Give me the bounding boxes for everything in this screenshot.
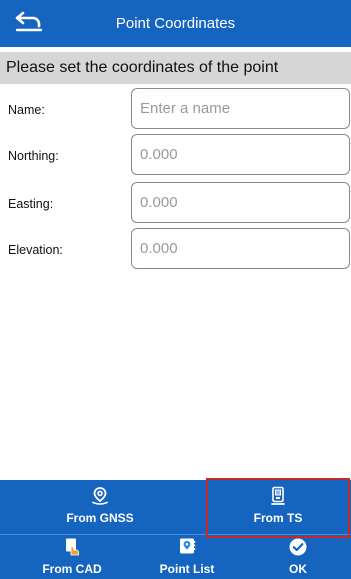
map-pin-list-icon: [176, 537, 198, 557]
easting-row: Easting:: [0, 182, 351, 226]
northing-label: Northing:: [8, 149, 59, 163]
elevation-row: Elevation:: [0, 228, 351, 272]
point-list-button[interactable]: Point List: [137, 537, 237, 576]
point-list-label: Point List: [159, 562, 215, 576]
name-row: Name:: [0, 88, 351, 132]
easting-label: Easting:: [8, 197, 54, 211]
easting-input[interactable]: [131, 182, 350, 223]
name-input[interactable]: [131, 88, 350, 129]
from-gnss-button[interactable]: From GNSS: [40, 486, 160, 525]
from-gnss-label: From GNSS: [66, 511, 134, 525]
location-pin-icon: [89, 486, 111, 506]
cad-hand-icon: [61, 537, 83, 557]
ok-button[interactable]: OK: [248, 537, 348, 576]
from-cad-button[interactable]: From CAD: [22, 537, 122, 576]
ok-label: OK: [289, 562, 307, 576]
elevation-label: Elevation:: [8, 243, 63, 257]
total-station-icon: [267, 486, 289, 506]
toolbar-divider: [0, 534, 351, 535]
page-title: Point Coordinates: [115, 15, 236, 32]
from-ts-button[interactable]: From TS: [218, 486, 338, 525]
northing-input[interactable]: [131, 134, 350, 175]
northing-row: Northing:: [0, 134, 351, 178]
name-label: Name:: [8, 103, 45, 117]
from-cad-label: From CAD: [42, 562, 102, 576]
bottom-toolbar: From GNSS From TS From CAD Point List OK: [0, 480, 351, 579]
from-ts-label: From TS: [253, 511, 303, 525]
instruction-banner: Please set the coordinates of the point: [0, 52, 351, 84]
app-header: Point Coordinates: [0, 0, 351, 47]
elevation-input[interactable]: [131, 228, 350, 269]
checkmark-icon: [287, 537, 309, 557]
